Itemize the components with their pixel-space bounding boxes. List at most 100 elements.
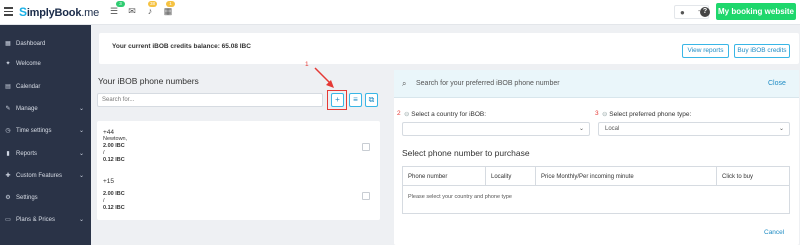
column-header: Phone number: [408, 174, 448, 180]
tasks-icon[interactable]: ☰: [109, 7, 119, 16]
notifications-badge: 38: [148, 1, 158, 7]
mail-icon[interactable]: ✉: [127, 7, 137, 16]
phone-number: +44: [103, 129, 115, 136]
empty-message: Please select your country and phone typ…: [408, 194, 512, 200]
copy-button[interactable]: ⧉: [365, 93, 378, 107]
chevron-down-icon: ⌄: [578, 126, 584, 132]
cancel-link[interactable]: Cancel: [764, 229, 784, 236]
list-item: +44 Newtown, 2.00 IBC / 0.12 IBC: [103, 129, 127, 164]
search-icon: ⌕: [402, 79, 407, 88]
calendar-badge: 1: [166, 1, 175, 7]
credits-balance: Your current iBOB credits balance: 65.08…: [112, 43, 251, 50]
main-content: Your current iBOB credits balance: 65.08…: [91, 25, 800, 245]
list-item: +15 2.00 IBC / 0.12 IBC: [103, 178, 125, 212]
gear-icon: ⚙: [5, 195, 11, 201]
divider: [403, 185, 789, 186]
sidebar-item-custom-features[interactable]: ✚ Custom Features ⌄: [0, 169, 91, 183]
bar-chart-icon: ▮: [6, 151, 10, 157]
sidebar: ▦ Dashboard ✦ Welcome ▤ Calendar ✎ Manage ⌄ ◷ Time…: [0, 25, 91, 245]
sidebar-item-label: Welcome: [16, 61, 41, 67]
chevron-down-icon: ⌄: [778, 126, 784, 132]
phone-type-label: ⊖ Select preferred phone type:: [602, 111, 692, 118]
chevron-down-icon: ⌄: [79, 173, 85, 179]
panel-header: ⌕ Search for your preferred iBOB phone n…: [394, 70, 799, 98]
tasks-badge: 3: [116, 1, 125, 7]
sidebar-item-welcome[interactable]: ✦ Welcome: [0, 57, 91, 71]
price-minute: 0.12 IBC: [103, 205, 125, 211]
sidebar-item-reports[interactable]: ▮ Reports ⌄: [0, 147, 91, 161]
info-icon: ⊖: [602, 111, 608, 118]
copy-icon: ⧉: [368, 95, 375, 104]
column-header: Locality: [491, 174, 512, 180]
pencil-icon: ✎: [5, 106, 11, 112]
sidebar-item-calendar[interactable]: ▤ Calendar: [0, 80, 91, 94]
price-monthly: 2.00 IBC: [103, 143, 125, 149]
list-view-button[interactable]: ≡: [349, 93, 362, 107]
price-monthly: 2.00 IBC: [103, 191, 125, 197]
sidebar-item-label: Calendar: [16, 84, 41, 90]
phone-locality: Newtown,: [103, 136, 128, 142]
phone-number-list: +44 Newtown, 2.00 IBC / 0.12 IBC +15 2.0…: [97, 121, 380, 220]
sidebar-item-label: Settings: [16, 195, 38, 201]
chevron-down-icon: ⌄: [79, 128, 85, 134]
bell-icon[interactable]: ♪: [145, 7, 155, 16]
sidebar-item-manage[interactable]: ✎ Manage ⌄: [0, 102, 91, 116]
calendar-alert-icon[interactable]: ▦: [163, 7, 173, 16]
step-marker-2: 2: [397, 110, 401, 117]
annotation-arrow: [314, 67, 334, 88]
user-icon: ●: [680, 8, 685, 17]
phone-checkbox[interactable]: [362, 143, 370, 151]
country-select[interactable]: ⌄: [402, 122, 590, 136]
sidebar-item-label: Plans & Prices: [16, 217, 56, 223]
list-icon: ≡: [353, 95, 358, 104]
sidebar-item-time-settings[interactable]: ◷ Time settings ⌄: [0, 124, 91, 138]
calendar-icon: ▤: [5, 84, 11, 90]
column-header: Click to buy: [722, 174, 754, 180]
hamburger-menu-icon[interactable]: [4, 7, 13, 16]
buy-credits-button[interactable]: Buy iBOB credits: [734, 44, 790, 58]
country-label: ⊖ Select a country for iBOB:: [404, 111, 487, 118]
info-icon: ⊖: [404, 111, 410, 118]
help-icon[interactable]: ?: [700, 7, 710, 17]
chevron-down-icon: ⌄: [79, 217, 85, 223]
chevron-down-icon: ⌄: [79, 151, 85, 157]
top-bar: SimplyBook.me ☰ 3 ✉ ♪ 38 ▦ 1 ● - ? My bo…: [0, 0, 800, 25]
phone-numbers-title: Your iBOB phone numbers: [98, 76, 199, 86]
highlight-box: [327, 90, 347, 110]
sidebar-item-settings[interactable]: ⚙ Settings: [0, 191, 91, 205]
sidebar-item-label: Dashboard: [16, 41, 46, 47]
sidebar-item-dashboard[interactable]: ▦ Dashboard: [0, 37, 91, 51]
sidebar-item-label: Manage: [16, 106, 38, 112]
price-minute: 0.12 IBC: [103, 157, 125, 163]
divider: [535, 167, 536, 185]
purchase-title: Select phone number to purchase: [402, 148, 530, 158]
step-marker-1: 1: [305, 61, 309, 68]
clock-icon: ◷: [5, 128, 11, 134]
phone-number: +15: [103, 178, 115, 185]
close-link[interactable]: Close: [768, 80, 786, 87]
sidebar-item-label: Custom Features: [16, 173, 63, 179]
panel-title: Search for your preferred iBOB phone num…: [416, 80, 560, 87]
column-header: Price Monthly/Per incoming minute: [541, 174, 634, 180]
sidebar-item-label: Reports: [16, 151, 38, 157]
lightbulb-icon: ✦: [5, 61, 11, 67]
price-separator: /: [103, 198, 105, 204]
phone-checkbox[interactable]: [362, 192, 370, 200]
sidebar-item-plans-prices[interactable]: ▭ Plans & Prices ⌄: [0, 213, 91, 227]
logo[interactable]: SimplyBook.me: [19, 5, 99, 19]
view-reports-button[interactable]: View reports: [682, 44, 729, 58]
credits-card: Your current iBOB credits balance: 65.08…: [99, 33, 799, 64]
dashboard-icon: ▦: [5, 41, 11, 47]
puzzle-icon: ✚: [5, 173, 11, 179]
chevron-down-icon: ⌄: [79, 106, 85, 112]
my-booking-website-button[interactable]: My booking website: [716, 3, 796, 20]
phone-results-table: Phone number Locality Price Monthly/Per …: [402, 166, 790, 214]
divider: [716, 167, 717, 185]
card-icon: ▭: [5, 217, 11, 223]
search-phone-panel: ⌕ Search for your preferred iBOB phone n…: [394, 70, 799, 245]
phone-type-select[interactable]: Local ⌄: [598, 122, 790, 136]
step-marker-3: 3: [595, 110, 599, 117]
price-separator: /: [103, 150, 105, 156]
sidebar-item-label: Time settings: [16, 128, 52, 134]
search-input[interactable]: Search for...: [97, 93, 323, 107]
